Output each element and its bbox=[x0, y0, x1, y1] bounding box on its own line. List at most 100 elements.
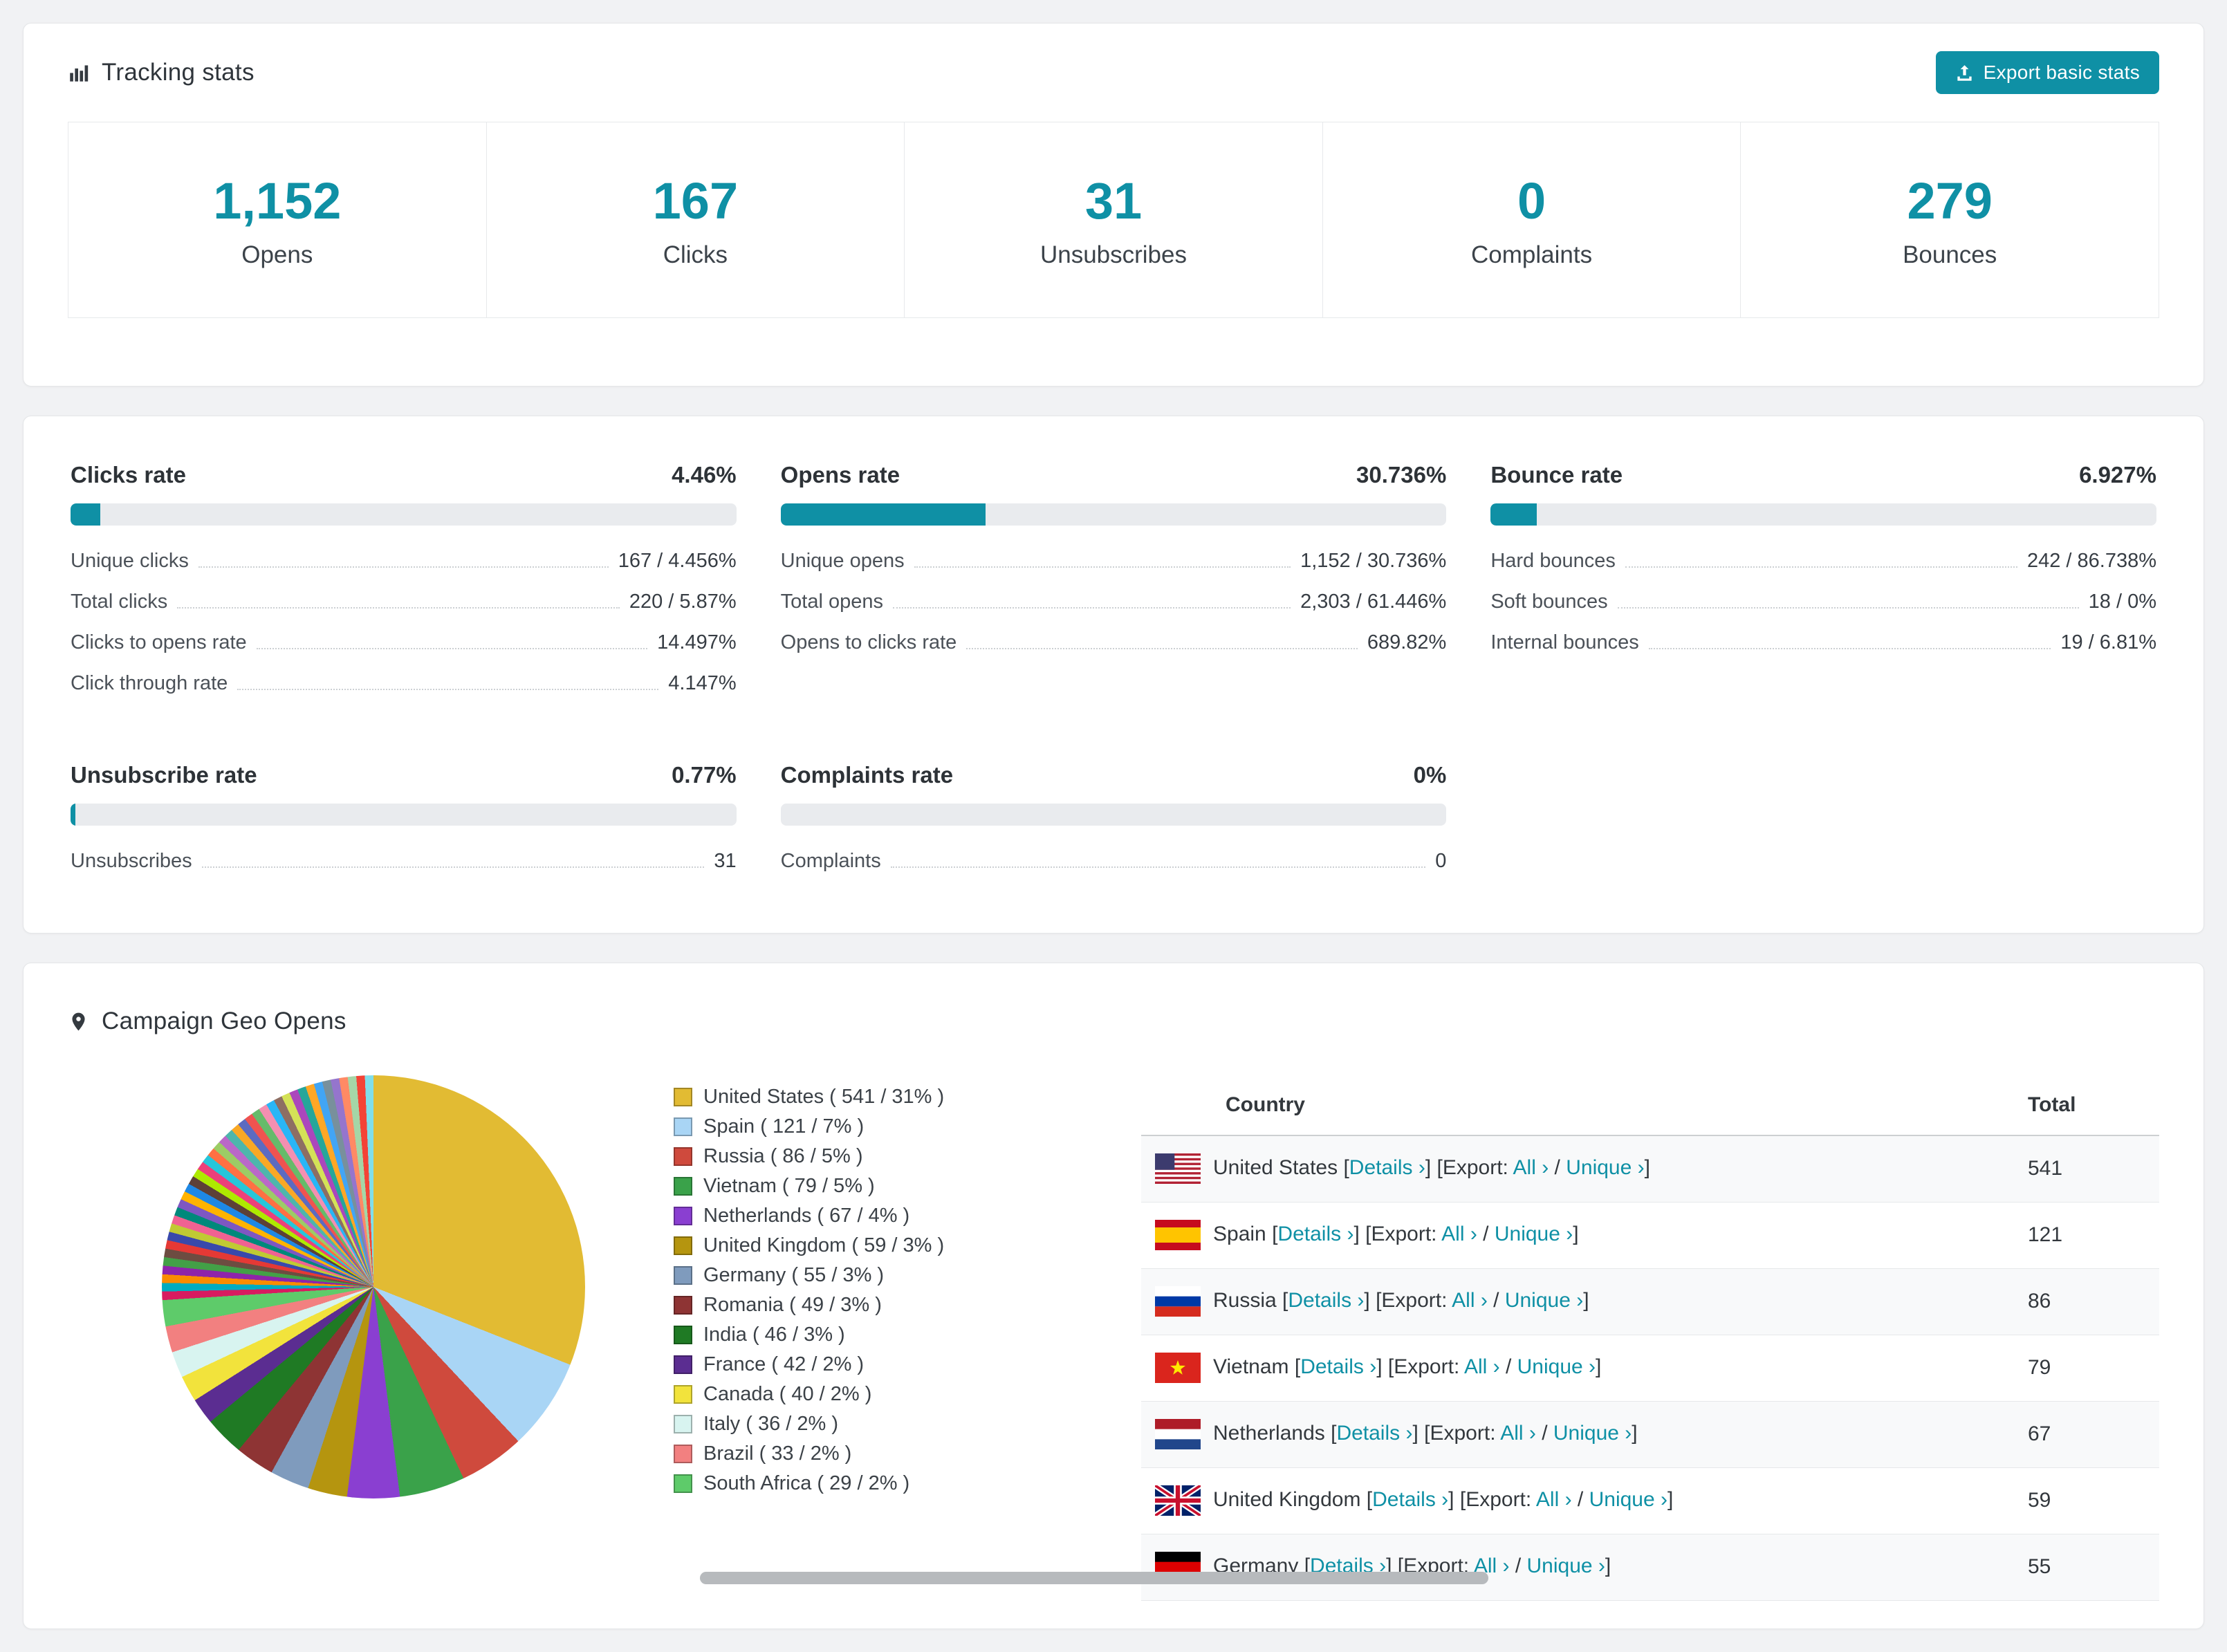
legend-item-india: India ( 46 / 3% ) bbox=[674, 1320, 1006, 1350]
stat-value: 167 bbox=[652, 171, 739, 230]
country-name: Netherlands bbox=[1213, 1421, 1325, 1445]
stat-line-value: 2,303 / 61.446% bbox=[1300, 591, 1447, 613]
legend-item-france: France ( 42 / 2% ) bbox=[674, 1350, 1006, 1380]
geo-table-header-row: Country Total bbox=[1141, 1075, 2159, 1136]
export-unique-link[interactable]: Unique › bbox=[1505, 1289, 1583, 1312]
dotted-leader bbox=[892, 606, 1291, 609]
bar-chart-icon bbox=[70, 65, 89, 82]
export-all-link[interactable]: All › bbox=[1500, 1422, 1536, 1445]
stat-box-bounces: 279 Bounces bbox=[1740, 122, 2159, 318]
legend-label: United Kingdom ( 59 / 3% ) bbox=[703, 1234, 945, 1256]
rate-value: 4.46% bbox=[672, 462, 737, 488]
export-all-link[interactable]: All › bbox=[1441, 1223, 1477, 1245]
stat-line-value: 220 / 5.87% bbox=[629, 591, 737, 613]
stat-box-complaints: 0 Complaints bbox=[1322, 122, 1741, 318]
stat-label: Unsubscribes bbox=[1039, 241, 1187, 268]
export-unique-link[interactable]: Unique › bbox=[1589, 1488, 1667, 1511]
legend-label: Spain ( 121 / 7% ) bbox=[703, 1115, 865, 1138]
rate-block-unsubscribe-rate: Unsubscribe rate 0.77% Unsubscribes 31 bbox=[71, 762, 737, 882]
country-column-header: Country bbox=[1141, 1075, 2014, 1136]
stat-line-value: 242 / 86.738% bbox=[2026, 550, 2156, 572]
legend-item-germany: Germany ( 55 / 3% ) bbox=[674, 1261, 1006, 1290]
details-link[interactable]: Details › bbox=[1300, 1355, 1376, 1378]
vn-flag-icon bbox=[1155, 1353, 1201, 1383]
rates-grid: Clicks rate 4.46% Unique clicks 167 / 4.456… bbox=[71, 462, 2156, 882]
stat-line-label: Opens to clicks rate bbox=[780, 631, 957, 653]
es-flag-icon bbox=[1155, 1220, 1201, 1250]
horizontal-scrollbar-thumb[interactable] bbox=[700, 1572, 1488, 1584]
export-all-link[interactable]: All › bbox=[1513, 1156, 1549, 1179]
country-total: 541 bbox=[2014, 1135, 2159, 1203]
legend-swatch bbox=[674, 1385, 692, 1404]
stat-line-label: Internal bounces bbox=[1490, 631, 1639, 653]
export-icon bbox=[1957, 64, 1972, 81]
country-total: 67 bbox=[2014, 1401, 2159, 1468]
map-pin-icon bbox=[72, 1012, 85, 1030]
details-link[interactable]: Details › bbox=[1288, 1289, 1364, 1312]
stat-line: Complaints 0 bbox=[781, 841, 1447, 882]
country-cell: Russia [Details ›] [Export: All › / Uniq… bbox=[1141, 1268, 2014, 1335]
dotted-leader bbox=[256, 647, 648, 649]
page: Tracking stats Export basic stats 1,152 O… bbox=[0, 0, 2227, 1652]
stat-line-label: Clicks to opens rate bbox=[71, 631, 247, 653]
geo-table-body: United States [Details ›] [Export: All ›… bbox=[1141, 1135, 2159, 1601]
stat-value: 1,152 bbox=[213, 171, 342, 230]
export-unique-link[interactable]: Unique › bbox=[1566, 1156, 1644, 1179]
legend-swatch bbox=[674, 1296, 692, 1315]
geo-table-wrap: Country Total United States [Details ›] … bbox=[1141, 1075, 2159, 1601]
stat-value: 279 bbox=[1907, 171, 1993, 230]
stat-line: Hard bounces 242 / 86.738% bbox=[1490, 541, 2156, 582]
progress-bar bbox=[1490, 503, 2156, 526]
export-basic-stats-button[interactable]: Export basic stats bbox=[1935, 51, 2159, 94]
export-all-link[interactable]: All › bbox=[1536, 1488, 1572, 1511]
geo-table: Country Total United States [Details ›] … bbox=[1141, 1075, 2159, 1601]
country-cell: Vietnam [Details ›] [Export: All › / Uni… bbox=[1141, 1335, 2014, 1402]
export-unique-link[interactable]: Unique › bbox=[1495, 1223, 1573, 1245]
progress-bar bbox=[71, 503, 737, 526]
export-all-link[interactable]: All › bbox=[1452, 1289, 1488, 1312]
legend-item-vietnam: Vietnam ( 79 / 5% ) bbox=[674, 1171, 1006, 1201]
stat-line-value: 18 / 0% bbox=[2088, 591, 2156, 613]
legend-label: United States ( 541 / 31% ) bbox=[703, 1086, 945, 1108]
export-unique-link[interactable]: Unique › bbox=[1517, 1355, 1596, 1378]
details-link[interactable]: Details › bbox=[1349, 1156, 1425, 1179]
country-total: 86 bbox=[2014, 1268, 2159, 1335]
rate-title: Opens rate bbox=[780, 462, 900, 488]
details-link[interactable]: Details › bbox=[1277, 1223, 1353, 1245]
legend-swatch bbox=[674, 1445, 692, 1463]
legend-label: Italy ( 36 / 2% ) bbox=[703, 1413, 839, 1435]
legend-item-romania: Romania ( 49 / 3% ) bbox=[674, 1290, 1006, 1320]
stat-line-label: Unsubscribes bbox=[71, 850, 192, 872]
nl-flag-icon bbox=[1155, 1419, 1201, 1449]
dotted-leader bbox=[914, 566, 1291, 568]
stat-line-value: 689.82% bbox=[1367, 631, 1447, 653]
rate-block-bounce-rate: Bounce rate 6.927% Hard bounces 242 / 86.73… bbox=[1490, 462, 2156, 704]
stat-label: Clicks bbox=[663, 241, 728, 268]
details-link[interactable]: Details › bbox=[1372, 1488, 1448, 1511]
rate-value: 30.736% bbox=[1356, 462, 1447, 488]
stat-line-value: 19 / 6.81% bbox=[2060, 631, 2156, 653]
details-link[interactable]: Details › bbox=[1336, 1422, 1412, 1445]
export-unique-link[interactable]: Unique › bbox=[1527, 1554, 1605, 1577]
dotted-leader bbox=[966, 647, 1358, 649]
legend-item-italy: Italy ( 36 / 2% ) bbox=[674, 1409, 1006, 1439]
stat-line-value: 4.147% bbox=[668, 672, 737, 694]
legend-swatch bbox=[674, 1355, 692, 1374]
progress-bar bbox=[780, 804, 1447, 826]
country-cell: United States [Details ›] [Export: All ›… bbox=[1141, 1135, 2014, 1203]
legend-label: Brazil ( 33 / 2% ) bbox=[703, 1442, 852, 1465]
legend-item-brazil: Brazil ( 33 / 2% ) bbox=[674, 1439, 1006, 1469]
country-total: 79 bbox=[2014, 1335, 2159, 1402]
export-all-link[interactable]: All › bbox=[1464, 1355, 1500, 1378]
stat-label: Complaints bbox=[1471, 241, 1593, 268]
legend-swatch bbox=[674, 1117, 692, 1136]
export-unique-link[interactable]: Unique › bbox=[1553, 1422, 1632, 1445]
legend-swatch bbox=[674, 1474, 692, 1493]
progress-bar-fill bbox=[71, 804, 76, 826]
stat-line-label: Click through rate bbox=[71, 672, 228, 694]
tracking-stats-title-text: Tracking stats bbox=[102, 59, 255, 86]
country-name: United States bbox=[1213, 1156, 1338, 1180]
country-cell: Spain [Details ›] [Export: All › / Uniqu… bbox=[1141, 1202, 2014, 1269]
stat-line-value: 14.497% bbox=[657, 631, 737, 653]
stat-line-label: Hard bounces bbox=[1490, 550, 1616, 572]
